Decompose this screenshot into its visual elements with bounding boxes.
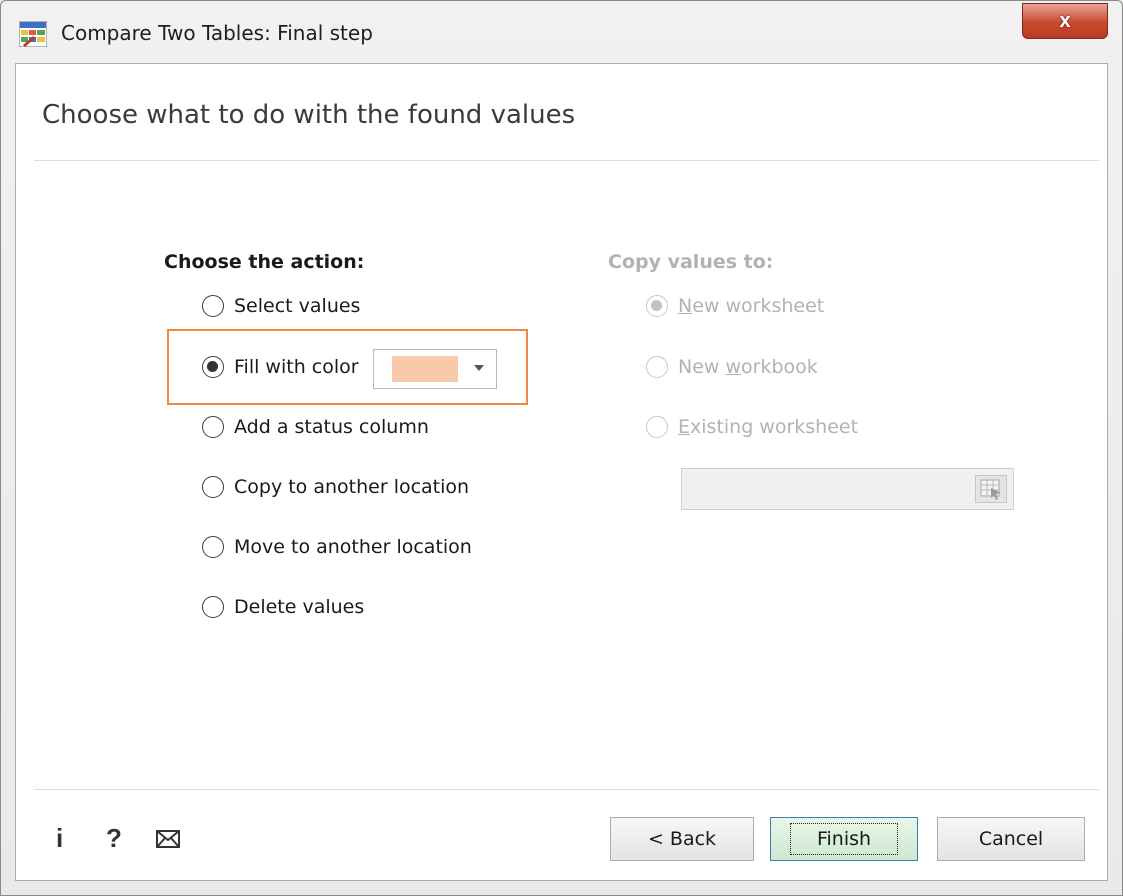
radio-fill-with-color[interactable]: Fill with color bbox=[202, 356, 359, 378]
action-section-label: Choose the action: bbox=[164, 251, 365, 273]
cancel-button[interactable]: Cancel bbox=[937, 817, 1085, 861]
range-select-icon bbox=[980, 479, 1001, 500]
radio-button[interactable] bbox=[202, 536, 224, 558]
range-select-button[interactable] bbox=[975, 475, 1007, 503]
dialog-window: Compare Two Tables: Final step x Choose … bbox=[0, 0, 1123, 896]
radio-add-status-column[interactable]: Add a status column bbox=[202, 416, 429, 438]
mail-icon[interactable] bbox=[156, 830, 180, 852]
radio-new-worksheet[interactable]: New worksheet bbox=[646, 295, 824, 317]
radio-select-values[interactable]: Select values bbox=[202, 295, 360, 317]
radio-label: Copy to another location bbox=[234, 476, 470, 498]
back-button[interactable]: < Back bbox=[610, 817, 754, 861]
radio-label: New workbook bbox=[678, 356, 818, 378]
radio-label: New worksheet bbox=[678, 295, 825, 317]
dialog-content: Choose what to do with the found values … bbox=[15, 63, 1108, 881]
info-icon[interactable]: i bbox=[56, 823, 63, 854]
page-title: Choose what to do with the found values bbox=[42, 100, 576, 130]
radio-button[interactable] bbox=[202, 416, 224, 438]
close-button[interactable]: x bbox=[1022, 3, 1108, 39]
finish-button[interactable]: Finish bbox=[770, 817, 918, 861]
radio-button[interactable] bbox=[646, 356, 668, 378]
radio-button[interactable] bbox=[202, 295, 224, 317]
radio-label: Fill with color bbox=[234, 356, 359, 378]
radio-new-workbook[interactable]: New workbook bbox=[646, 356, 818, 378]
radio-delete-values[interactable]: Delete values bbox=[202, 596, 364, 618]
existing-worksheet-range-input[interactable] bbox=[681, 468, 1014, 510]
fill-color-dropdown[interactable] bbox=[373, 349, 497, 389]
finish-button-label: Finish bbox=[789, 823, 899, 855]
close-icon: x bbox=[1059, 9, 1071, 32]
radio-label: Move to another location bbox=[234, 536, 472, 558]
radio-button[interactable] bbox=[202, 476, 224, 498]
radio-button[interactable] bbox=[646, 295, 668, 317]
radio-label: Add a status column bbox=[234, 416, 429, 438]
title-bar: Compare Two Tables: Final step x bbox=[1, 1, 1122, 65]
chevron-down-icon[interactable] bbox=[474, 365, 484, 371]
window-title: Compare Two Tables: Final step bbox=[61, 21, 373, 45]
radio-existing-worksheet[interactable]: Existing worksheet bbox=[646, 416, 858, 438]
compare-tables-app-icon bbox=[18, 20, 48, 48]
radio-move-to-location[interactable]: Move to another location bbox=[202, 536, 472, 558]
help-icon[interactable]: ? bbox=[106, 823, 122, 854]
radio-button[interactable] bbox=[202, 356, 224, 378]
radio-label: Select values bbox=[234, 295, 361, 317]
radio-label: Existing worksheet bbox=[678, 416, 859, 438]
header-divider bbox=[34, 160, 1099, 161]
copy-section-label: Copy values to: bbox=[608, 251, 774, 273]
radio-label: Delete values bbox=[234, 596, 365, 618]
footer-divider bbox=[34, 789, 1099, 790]
back-button-label: < Back bbox=[647, 828, 717, 850]
radio-copy-to-location[interactable]: Copy to another location bbox=[202, 476, 469, 498]
cancel-button-label: Cancel bbox=[978, 828, 1044, 850]
color-swatch bbox=[392, 356, 458, 382]
radio-button[interactable] bbox=[646, 416, 668, 438]
radio-button[interactable] bbox=[202, 596, 224, 618]
